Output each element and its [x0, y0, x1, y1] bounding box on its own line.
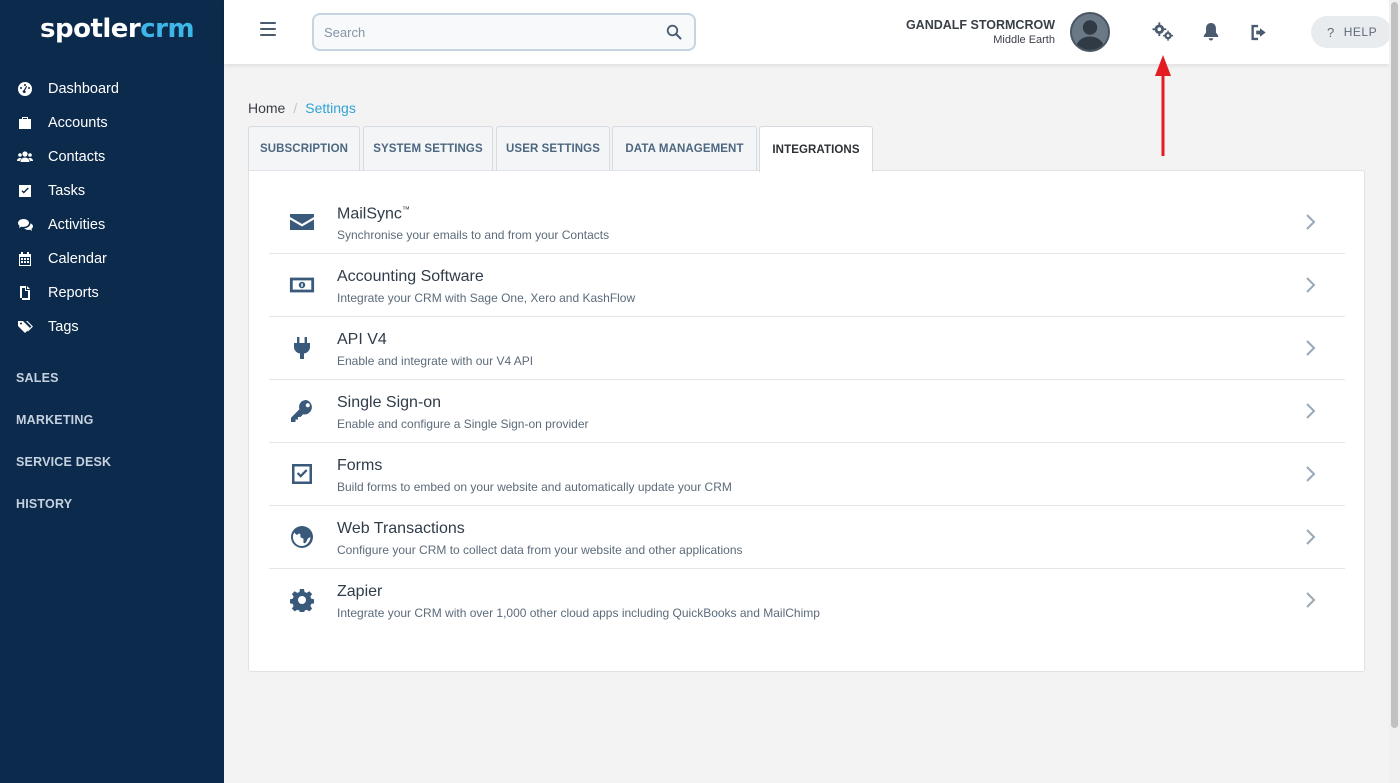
key-icon — [289, 399, 315, 423]
logo[interactable]: spotlercrm — [40, 14, 195, 44]
integration-description: Integrate your CRM with over 1,000 other… — [337, 606, 820, 620]
integration-title: Accounting Software — [337, 268, 484, 285]
question-icon: ? — [1327, 24, 1335, 40]
briefcase-icon — [16, 114, 34, 132]
form-check-icon — [289, 462, 315, 486]
calendar-icon — [16, 250, 34, 268]
search-input[interactable] — [314, 15, 634, 49]
breadcrumb-separator: / — [293, 100, 298, 116]
chevron-right-icon — [1306, 214, 1316, 230]
integration-title: Zapier — [337, 583, 383, 600]
sidebar: spotlercrm Dashboard Accounts Contacts T… — [0, 0, 224, 783]
sidebar-item-label: Activities — [48, 217, 106, 233]
globe-icon — [289, 525, 315, 549]
integration-description: Enable and integrate with our V4 API — [337, 354, 534, 368]
chevron-right-icon — [1306, 466, 1316, 482]
integration-row-sso[interactable]: Single Sign-on Enable and configure a Si… — [269, 380, 1345, 443]
integration-title: MailSync™ — [337, 205, 410, 223]
sidebar-section-marketing[interactable]: MARKETING — [16, 413, 94, 427]
sidebar-item-label: Accounts — [48, 115, 108, 131]
integration-row-mailsync[interactable]: MailSync™ Synchronise your emails to and… — [269, 191, 1345, 254]
tab-integrations[interactable]: INTEGRATIONS — [759, 126, 873, 172]
users-icon — [16, 148, 34, 166]
sidebar-item-label: Calendar — [48, 251, 107, 267]
sidebar-item-reports[interactable]: Reports — [0, 276, 224, 310]
chevron-right-icon — [1306, 277, 1316, 293]
envelope-icon — [289, 210, 315, 234]
integration-row-api-v4[interactable]: API V4 Enable and integrate with our V4 … — [269, 317, 1345, 380]
sidebar-item-tags[interactable]: Tags — [0, 310, 224, 344]
tags-icon — [16, 318, 34, 336]
scrollbar-thumb[interactable] — [1391, 2, 1398, 728]
tab-user-settings[interactable]: USER SETTINGS — [496, 126, 610, 171]
sign-out-icon[interactable] — [1247, 20, 1273, 44]
money-icon — [289, 273, 315, 297]
breadcrumb-current[interactable]: Settings — [305, 100, 356, 116]
dashboard-icon — [16, 80, 34, 98]
page-scrollbar[interactable] — [1389, 0, 1400, 783]
search-icon[interactable] — [666, 24, 682, 40]
chevron-right-icon — [1306, 340, 1316, 356]
chevron-right-icon — [1306, 403, 1316, 419]
tab-subscription[interactable]: SUBSCRIPTION — [248, 126, 360, 171]
sidebar-item-label: Tags — [48, 319, 79, 335]
comments-icon — [16, 216, 34, 234]
sidebar-item-tasks[interactable]: Tasks — [0, 174, 224, 208]
sidebar-item-label: Reports — [48, 285, 99, 301]
trademark-mark: ™ — [401, 205, 410, 214]
integration-row-accounting[interactable]: Accounting Software Integrate your CRM w… — [269, 254, 1345, 317]
bell-icon[interactable] — [1198, 20, 1224, 44]
sidebar-nav: Dashboard Accounts Contacts Tasks Activi… — [0, 72, 224, 344]
integration-row-zapier[interactable]: Zapier Integrate your CRM with over 1,00… — [269, 569, 1345, 632]
plug-icon — [289, 336, 315, 360]
integration-description: Enable and configure a Single Sign-on pr… — [337, 417, 589, 431]
sidebar-item-accounts[interactable]: Accounts — [0, 106, 224, 140]
integration-row-forms[interactable]: Forms Build forms to embed on your websi… — [269, 443, 1345, 506]
sidebar-item-dashboard[interactable]: Dashboard — [0, 72, 224, 106]
settings-gears-icon[interactable] — [1150, 20, 1176, 44]
integration-title: Web Transactions — [337, 520, 465, 537]
annotation-arrow-icon — [1155, 55, 1171, 156]
tab-system-settings[interactable]: SYSTEM SETTINGS — [363, 126, 493, 171]
help-button[interactable]: ? HELP — [1311, 16, 1391, 48]
sidebar-item-activities[interactable]: Activities — [0, 208, 224, 242]
logo-text-part1: spotler — [40, 14, 141, 44]
cog-icon — [289, 588, 315, 612]
sidebar-section-history[interactable]: HISTORY — [16, 497, 72, 511]
files-icon — [16, 284, 34, 302]
integration-title-text: MailSync — [337, 205, 402, 223]
chevron-right-icon — [1306, 592, 1316, 608]
integration-description: Integrate your CRM with Sage One, Xero a… — [337, 291, 636, 305]
chevron-right-icon — [1306, 529, 1316, 545]
sidebar-item-label: Contacts — [48, 149, 106, 165]
user-name[interactable]: GANDALF STORMCROW — [906, 18, 1055, 32]
search-box — [312, 13, 696, 51]
avatar[interactable] — [1070, 12, 1110, 52]
integrations-panel: MailSync™ Synchronise your emails to and… — [248, 170, 1365, 672]
help-label: HELP — [1343, 25, 1378, 39]
sidebar-item-calendar[interactable]: Calendar — [0, 242, 224, 276]
integration-description: Configure your CRM to collect data from … — [337, 543, 743, 557]
integration-description: Build forms to embed on your website and… — [337, 480, 732, 494]
sidebar-item-label: Tasks — [48, 183, 86, 199]
sidebar-item-label: Dashboard — [48, 81, 119, 97]
integration-row-web-transactions[interactable]: Web Transactions Configure your CRM to c… — [269, 506, 1345, 569]
user-location: Middle Earth — [993, 34, 1055, 46]
sidebar-section-sales[interactable]: SALES — [16, 371, 59, 385]
top-bar: GANDALF STORMCROW Middle Earth ? HELP — [224, 0, 1391, 64]
breadcrumb: Home / Settings — [248, 100, 356, 116]
user-silhouette-icon — [1072, 14, 1108, 50]
menu-toggle-icon[interactable] — [260, 22, 276, 38]
sidebar-section-service-desk[interactable]: SERVICE DESK — [16, 455, 111, 469]
tab-data-management[interactable]: DATA MANAGEMENT — [612, 126, 757, 171]
integration-title: Single Sign-on — [337, 394, 442, 411]
integration-title: API V4 — [337, 331, 387, 348]
integration-title: Forms — [337, 457, 383, 474]
breadcrumb-home[interactable]: Home — [248, 100, 285, 116]
integration-description: Synchronise your emails to and from your… — [337, 228, 610, 242]
sidebar-item-contacts[interactable]: Contacts — [0, 140, 224, 174]
logo-text-part2: crm — [140, 14, 195, 44]
checkbox-icon — [16, 182, 34, 200]
